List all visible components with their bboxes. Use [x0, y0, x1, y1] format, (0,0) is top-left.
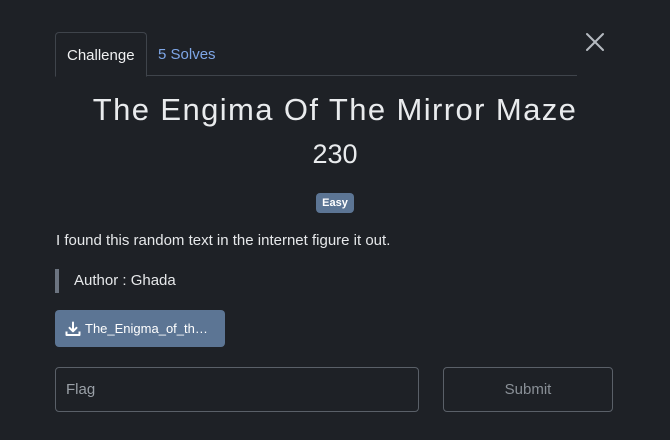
tab-bar: Challenge 5 Solves	[55, 32, 577, 77]
close-button[interactable]	[583, 30, 607, 54]
download-icon	[65, 321, 81, 336]
submit-button[interactable]: Submit	[443, 367, 613, 412]
challenge-modal: Challenge 5 Solves The Engima Of The Mir…	[0, 0, 670, 440]
difficulty-badge-wrap: Easy	[0, 193, 670, 213]
author-quote: Author : Ghada	[55, 269, 176, 293]
challenge-description: I found this random text in the internet…	[56, 232, 391, 249]
flag-input[interactable]	[55, 367, 419, 412]
difficulty-badge: Easy	[316, 193, 354, 213]
tab-solves[interactable]: 5 Solves	[147, 32, 227, 77]
challenge-title: The Engima Of The Mirror Maze	[92, 92, 578, 127]
file-download-button[interactable]: The_Enigma_of_the_Mirror_Maze.txt	[55, 310, 225, 347]
close-icon	[586, 33, 604, 51]
challenge-points: 230	[312, 139, 358, 169]
file-name-label: The_Enigma_of_the_Mirror_Maze.txt	[85, 321, 215, 336]
tab-challenge[interactable]: Challenge	[55, 32, 147, 77]
